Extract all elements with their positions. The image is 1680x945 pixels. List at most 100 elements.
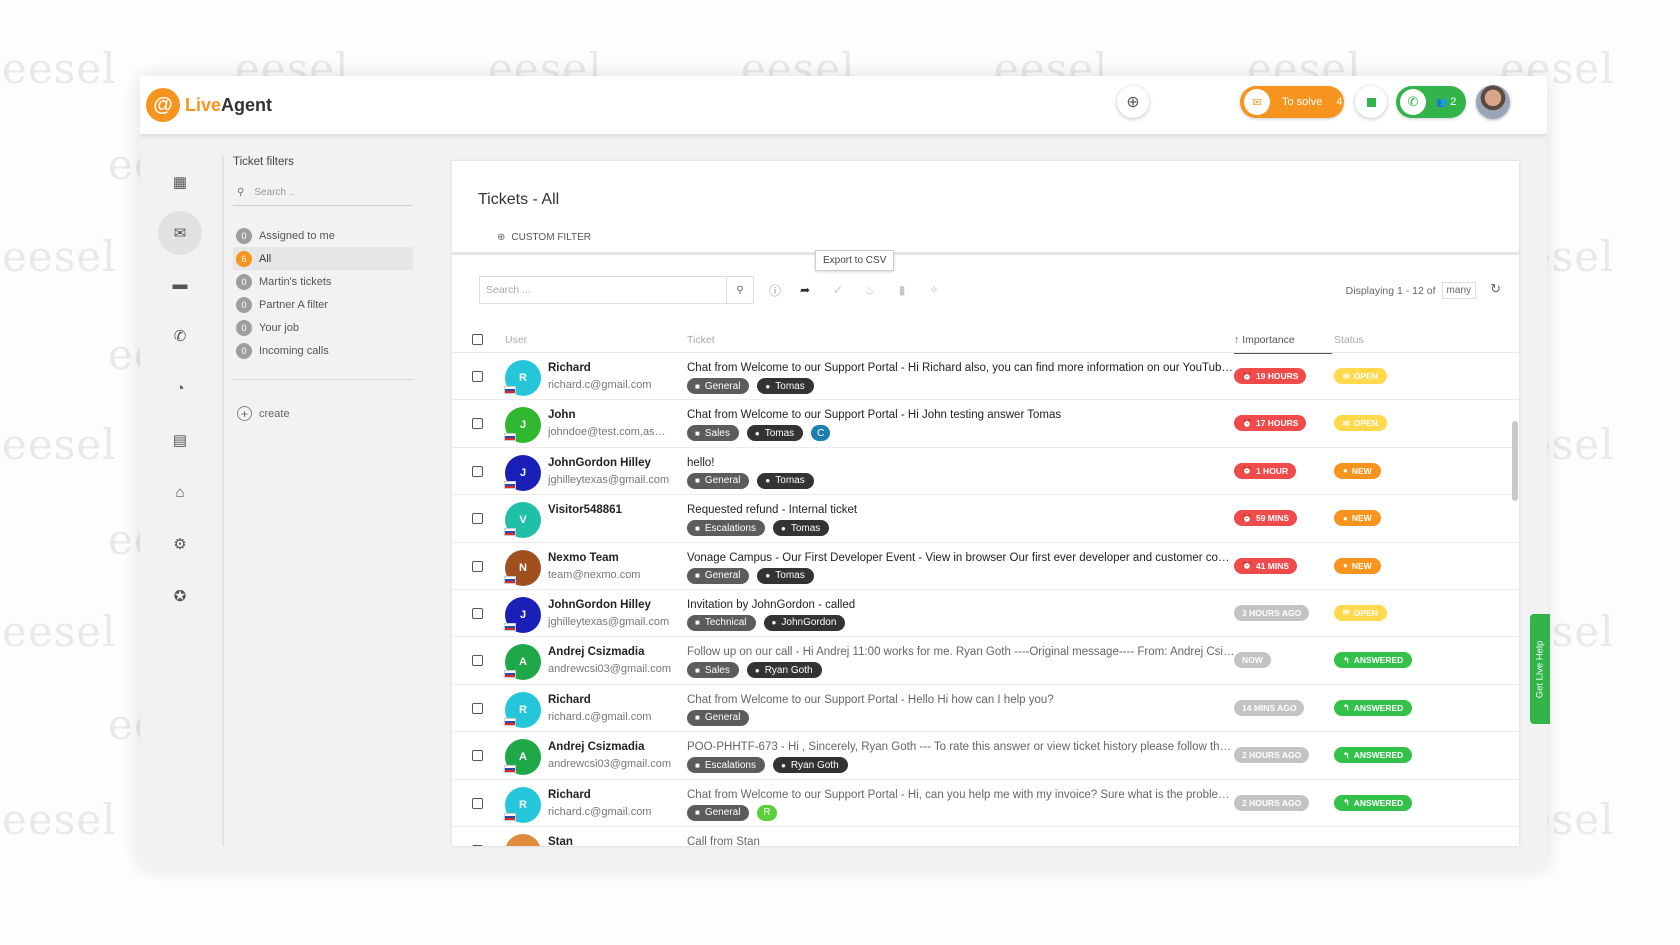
ticket-subject[interactable]: Chat from Welcome to our Support Portal … — [687, 694, 1054, 706]
select-all-checkbox[interactable] — [472, 334, 483, 345]
info-button[interactable]: ⓘ — [765, 280, 785, 300]
rail-chats[interactable]: ▬ — [158, 262, 202, 306]
ticket-subject[interactable]: Chat from Welcome to our Support Portal … — [687, 789, 1235, 801]
ticket-subject[interactable]: Requested refund - Internal ticket — [687, 504, 857, 516]
row-checkbox[interactable] — [472, 797, 483, 809]
filter-item[interactable]: 0 Martin's tickets — [233, 270, 413, 293]
user-avatar[interactable] — [1476, 85, 1510, 119]
row-checkbox[interactable] — [472, 560, 483, 572]
row-checkbox[interactable] — [472, 607, 483, 619]
filter-search-field[interactable]: ⚲ Search .. — [233, 180, 413, 206]
tag-badge[interactable]: R — [757, 804, 777, 821]
live-help-tab[interactable]: Get Live Help — [1530, 614, 1550, 724]
custom-filter-button[interactable]: ⊕ CUSTOM FILTER — [497, 232, 591, 243]
agent-tag[interactable]: ● Ryan Goth — [746, 662, 822, 679]
ticket-subject[interactable]: Invitation by JohnGordon - called — [687, 599, 855, 611]
page-count-select[interactable]: many — [1441, 282, 1476, 299]
row-checkbox[interactable] — [472, 750, 483, 762]
ticket-row[interactable]: R Richard richard.c@gmail.com Chat from Wel… — [452, 352, 1519, 399]
rail-reports[interactable]: ◔ — [158, 366, 202, 410]
department-tag[interactable]: ■ Escalations — [687, 520, 765, 537]
ticket-row[interactable]: J JohnGordon Hilley jghilleytexas@gmail.co… — [452, 588, 1519, 636]
search-input[interactable] — [480, 277, 727, 303]
logo[interactable]: @ LiveAgent — [146, 88, 272, 122]
create-filter-button[interactable]: + create — [233, 406, 413, 421]
agent-tag[interactable]: ● Ryan Goth — [772, 757, 848, 774]
filter-item[interactable]: 0 Your job — [233, 316, 413, 339]
ticket-subject[interactable]: Follow up on our call - Hi Andrej 11:00 … — [687, 646, 1235, 658]
department-tag[interactable]: ■ General — [687, 709, 750, 726]
ticket-subject[interactable]: Chat from Welcome to our Support Portal … — [687, 362, 1235, 374]
filter-item[interactable]: 0 Incoming calls — [233, 339, 413, 362]
agent-label: Tomas — [764, 427, 795, 439]
ticket-row[interactable]: J John johndoe@test.com,as@t... Chat from W… — [452, 399, 1519, 446]
ticket-subject[interactable]: Vonage Campus - Our First Developer Even… — [687, 552, 1235, 564]
rail-settings[interactable]: ⚙ — [158, 522, 202, 566]
add-new-button[interactable]: ⊕ — [1117, 86, 1149, 118]
chat-status-button[interactable] — [1355, 86, 1387, 118]
rail-companies[interactable]: ⌂ — [158, 470, 202, 514]
tag-badge[interactable]: C — [811, 425, 831, 442]
department-tag[interactable]: ■ Technical — [687, 614, 756, 631]
col-ticket[interactable]: Ticket — [687, 334, 715, 346]
department-tag[interactable]: ■ Sales — [687, 425, 739, 442]
agent-tag[interactable]: ● JohnGordon — [763, 614, 846, 631]
department-tag[interactable]: ■ General — [687, 804, 750, 821]
priority-button[interactable]: ♨ — [860, 280, 880, 300]
agent-tag[interactable]: ● Tomas — [757, 472, 814, 489]
row-checkbox[interactable] — [472, 418, 483, 430]
filter-item[interactable]: 6 All — [233, 247, 413, 270]
user-email: jghilleytexas@gmail.com — [548, 473, 670, 486]
refresh-button[interactable]: ↻ — [1490, 281, 1501, 297]
department-tag[interactable]: ■ Sales — [687, 662, 739, 679]
col-importance[interactable]: ↑ Importance — [1234, 334, 1332, 354]
filter-item[interactable]: 0 Partner A filter — [233, 293, 413, 316]
col-user[interactable]: User — [505, 334, 527, 346]
row-checkbox[interactable] — [472, 702, 483, 714]
search-button[interactable]: ⚲ — [727, 277, 753, 303]
calls-button[interactable]: ✆ 👥 2 — [1396, 86, 1466, 118]
agent-tag[interactable]: ● Tomas — [746, 425, 804, 442]
row-checkbox[interactable] — [472, 465, 483, 477]
ticket-row[interactable]: S Stan Call from Stan — [452, 825, 1519, 846]
ticket-row[interactable]: R Richard richard.c@gmail.com Chat from Wel… — [452, 778, 1519, 826]
status-label: NEW — [1351, 465, 1372, 476]
merge-button[interactable]: ✧ — [924, 280, 944, 300]
department-tag[interactable]: ■ General — [687, 567, 750, 584]
row-checkbox[interactable] — [472, 371, 483, 382]
rail-calls[interactable]: ✆ — [158, 314, 202, 358]
agent-tag[interactable]: ● Tomas — [757, 378, 814, 394]
export-csv-button[interactable]: ➦ — [795, 280, 815, 300]
folder-icon: ■ — [695, 618, 700, 628]
ticket-row[interactable]: N Nexmo Team team@nexmo.com Vonage Campus -… — [452, 541, 1519, 589]
ticket-subject[interactable]: Call from Stan — [687, 836, 760, 846]
to-solve-button[interactable]: ✉ To solve 4 — [1240, 86, 1344, 118]
ticket-subject[interactable]: Chat from Welcome to our Support Portal … — [687, 409, 1061, 421]
rail-contacts[interactable]: ▤ — [158, 418, 202, 462]
row-checkbox[interactable] — [472, 513, 483, 525]
ticket-row[interactable]: J JohnGordon Hilley jghilleytexas@gmail.co… — [452, 446, 1519, 494]
filter-item[interactable]: 0 Assigned to me — [233, 224, 413, 247]
rail-tickets[interactable]: ✉ — [158, 211, 202, 255]
rail-plugins[interactable]: ✪ — [158, 574, 202, 618]
ticket-subject[interactable]: hello! — [687, 457, 715, 469]
col-status[interactable]: Status — [1334, 334, 1364, 346]
flag-icon — [504, 622, 516, 631]
delete-button[interactable]: ▮ — [892, 280, 912, 300]
department-tag[interactable]: ■ General — [687, 378, 750, 394]
ticket-row[interactable]: A Andrej Csizmadia andrewcsi03@gmail.com Fo… — [452, 636, 1519, 683]
department-tag[interactable]: ■ General — [687, 472, 750, 489]
row-checkbox[interactable] — [472, 655, 483, 667]
ticket-row[interactable]: V Visitor548861 Requested refund - Interna… — [452, 494, 1519, 541]
row-checkbox[interactable] — [472, 844, 483, 846]
rail-dashboard[interactable]: ▦ — [158, 160, 202, 204]
ticket-row[interactable]: A Andrej Csizmadia andrewcsi03@gmail.com PO… — [452, 731, 1519, 778]
ticket-subject[interactable]: POO-PHHTF-673 - Hi , Sincerely, Ryan Got… — [687, 741, 1235, 753]
department-tag[interactable]: ■ Escalations — [687, 757, 765, 774]
ticket-row[interactable]: R Richard richard.c@gmail.com Chat from Wel… — [452, 683, 1519, 731]
scrollbar[interactable] — [1512, 421, 1518, 501]
agent-tag[interactable]: ● Tomas — [757, 567, 814, 584]
agent-tag[interactable]: ● Tomas — [772, 520, 830, 537]
flag-icon — [504, 433, 516, 442]
resolve-button[interactable]: ✓ — [828, 280, 848, 300]
